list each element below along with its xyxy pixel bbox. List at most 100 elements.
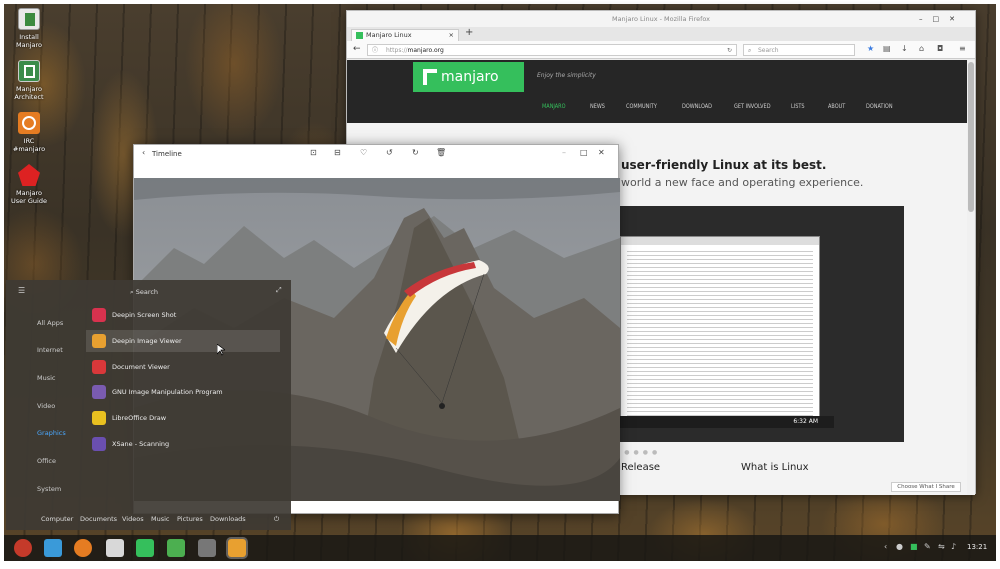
view-toggle-icon[interactable]: ☰ — [18, 286, 25, 295]
search-icon: ⌕ — [130, 288, 134, 296]
tray-wifi-icon[interactable]: ⇋ — [938, 542, 945, 551]
carousel-dots[interactable]: ●●●●● — [615, 449, 661, 456]
library-icon[interactable]: ▤ — [883, 44, 891, 53]
footer-documents[interactable]: Documents — [80, 515, 117, 523]
category-video[interactable]: Video — [37, 402, 55, 410]
desktop-icon-user-guide[interactable]: Manjaro User Guide — [10, 164, 48, 205]
favorite-heart-icon[interactable]: ♡ — [360, 148, 367, 157]
app-libreoffice-draw[interactable]: LibreOffice Draw — [86, 407, 280, 429]
taskbar-firefox-icon[interactable] — [74, 539, 92, 557]
footer-music[interactable]: Music — [151, 515, 170, 523]
category-music[interactable]: Music — [37, 374, 56, 382]
footer-pictures[interactable]: Pictures — [177, 515, 203, 523]
desktop-icon-manjaro-architect[interactable]: Manjaro Architect — [10, 60, 48, 101]
close-icon[interactable]: ✕ — [949, 15, 965, 23]
page-scrollbar[interactable] — [967, 60, 975, 495]
nav-about[interactable]: ABOUT — [828, 102, 845, 110]
category-graphics[interactable]: Graphics — [37, 429, 66, 437]
app-deepin-screen-shot[interactable]: Deepin Screen Shot — [86, 304, 280, 326]
category-all-apps[interactable]: All Apps — [37, 319, 63, 327]
minimize-icon[interactable]: – — [562, 148, 566, 157]
maximize-icon[interactable]: □ — [580, 148, 588, 157]
hamburger-menu-icon[interactable]: ≡ — [959, 44, 966, 53]
fit-image-icon[interactable]: ⊟ — [334, 148, 341, 157]
image-viewer-titlebar[interactable]: ‹ Timeline ⊡ ⊟ ♡ ↺ ↻ 🗑 – □ ✕ — [134, 145, 618, 163]
launcher-search[interactable]: ⌕ Search — [130, 288, 158, 297]
mouse-cursor-icon — [217, 344, 225, 356]
taskbar-image-viewer-icon[interactable] — [226, 537, 248, 559]
share-button[interactable]: Choose What I Share — [891, 482, 961, 492]
manjaro-logo-mark-icon — [423, 69, 437, 85]
taskbar-clock[interactable]: 13:21 — [967, 543, 987, 551]
fullscreen-toggle-icon[interactable]: ⤢ — [276, 286, 282, 295]
nav-get-involved[interactable]: GET INVOLVED — [734, 102, 771, 110]
app-deepin-image-viewer[interactable]: Deepin Image Viewer — [86, 330, 280, 352]
tab-close-icon[interactable]: × — [449, 30, 454, 41]
rotate-left-icon[interactable]: ↺ — [386, 148, 393, 157]
browser-tab[interactable]: Manjaro Linux × — [351, 29, 459, 41]
taskbar-calculator-icon[interactable] — [167, 539, 185, 557]
footer-downloads[interactable]: Downloads — [210, 515, 246, 523]
app-label: LibreOffice Draw — [112, 414, 167, 422]
rotate-right-icon[interactable]: ↻ — [412, 148, 419, 157]
maximize-icon[interactable]: □ — [933, 15, 950, 23]
bookmark-star-icon[interactable]: ★ — [867, 44, 874, 53]
power-icon[interactable]: ⏻ — [274, 515, 279, 524]
back-chevron-icon[interactable]: ‹ — [142, 148, 145, 157]
app-xsane[interactable]: XSane - Scanning — [86, 433, 280, 455]
nav-community[interactable]: COMMUNITY — [626, 102, 657, 110]
fit-window-icon[interactable]: ⊡ — [310, 148, 317, 157]
home-icon[interactable]: ⌂ — [919, 44, 924, 53]
nav-news[interactable]: NEWS — [590, 102, 605, 110]
nav-manjaro[interactable]: MANJARO — [542, 102, 566, 110]
category-system[interactable]: System — [37, 485, 61, 493]
hero-subtitle: world a new face and operating experienc… — [621, 176, 864, 189]
taskbar-document-icon[interactable] — [106, 539, 124, 557]
close-icon[interactable]: ✕ — [598, 148, 605, 157]
app-label: XSane - Scanning — [112, 440, 170, 448]
tray-network-icon[interactable]: ● — [896, 542, 903, 551]
search-icon: ⌕ — [748, 47, 752, 54]
taskbar-file-manager-icon[interactable] — [44, 539, 62, 557]
url-bar[interactable]: ⓘ https://manjaro.org ↻ — [367, 44, 737, 56]
footer-videos[interactable]: Videos — [122, 515, 144, 523]
window-controls[interactable]: –□✕ — [919, 11, 965, 27]
app-gimp[interactable]: GNU Image Manipulation Program — [86, 381, 280, 403]
launcher-button-icon[interactable] — [14, 539, 32, 557]
minimize-icon[interactable]: – — [919, 15, 933, 23]
tray-arrow-icon[interactable]: ‹ — [884, 542, 887, 551]
taskbar-settings-icon[interactable] — [198, 539, 216, 557]
tray-pen-icon[interactable]: ✎ — [924, 542, 931, 551]
new-tab-button[interactable]: + — [465, 27, 473, 38]
tray-update-icon[interactable]: ■ — [910, 542, 918, 551]
tray-volume-icon[interactable]: ♪ — [951, 542, 956, 551]
pocket-icon[interactable]: ◘ — [937, 44, 943, 53]
window-titlebar[interactable]: Manjaro Linux - Mozilla Firefox –□✕ — [347, 11, 975, 27]
app-document-viewer[interactable]: Document Viewer — [86, 356, 280, 378]
favicon-icon — [356, 32, 363, 39]
info-icon[interactable]: ⓘ — [372, 45, 378, 56]
category-internet[interactable]: Internet — [37, 346, 63, 354]
desktop-icon-install-manjaro[interactable]: Install Manjaro — [10, 8, 48, 49]
footer-computer[interactable]: Computer — [41, 515, 73, 523]
app-label: Deepin Image Viewer — [112, 337, 182, 345]
nav-donation[interactable]: DONATION — [866, 102, 893, 110]
scrollbar-thumb[interactable] — [968, 62, 974, 212]
back-arrow-icon[interactable]: ← — [353, 44, 361, 54]
manjaro-logo[interactable]: manjaro — [413, 62, 524, 92]
reload-icon[interactable]: ↻ — [727, 45, 732, 56]
app-launcher[interactable]: ☰ ⌕ Search ⤢ All Apps Internet Music Vid… — [6, 280, 291, 530]
delete-icon[interactable]: 🗑 — [436, 148, 446, 157]
gimp-app-icon — [92, 385, 106, 399]
download-icon[interactable]: ↓ — [901, 44, 908, 53]
category-office[interactable]: Office — [37, 457, 56, 465]
inner-window-titlebar — [621, 237, 819, 245]
desktop-icon-irc[interactable]: IRC #manjaro — [10, 112, 48, 153]
taskbar-terminal-icon[interactable] — [136, 539, 154, 557]
nav-lists[interactable]: LISTS — [791, 102, 805, 110]
inner-taskbar: 6:32 AM — [620, 416, 834, 428]
search-input[interactable]: ⌕ Search — [743, 44, 855, 56]
nav-download[interactable]: DOWNLOAD — [682, 102, 712, 110]
user-guide-icon — [18, 164, 40, 186]
section-what-is-linux-heading: What is Linux — [741, 462, 809, 473]
